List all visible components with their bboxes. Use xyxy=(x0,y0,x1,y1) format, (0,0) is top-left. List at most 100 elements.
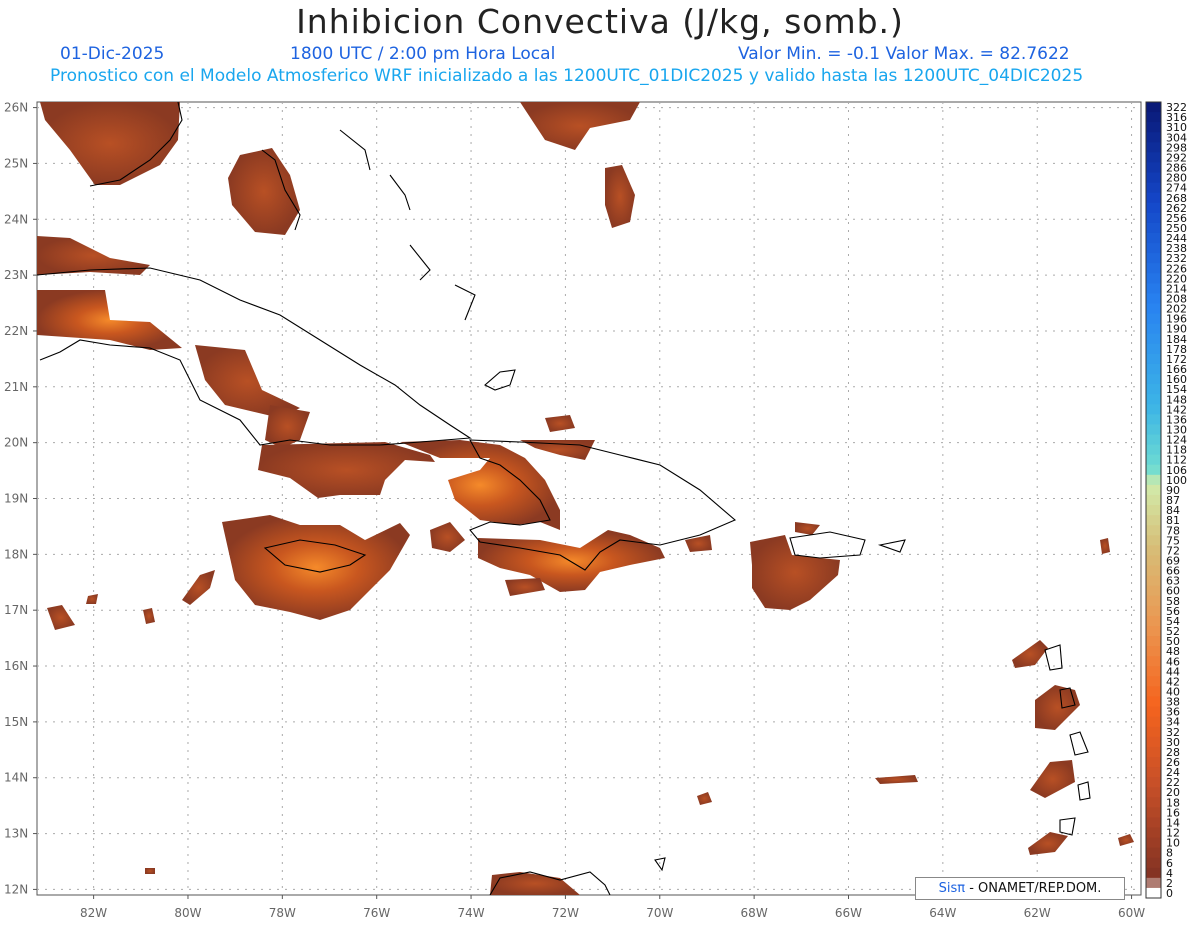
colorbar-swatch xyxy=(1146,877,1161,889)
colorbar-swatch xyxy=(1146,253,1161,264)
lat-label: 23N xyxy=(4,268,28,282)
colorbar-swatch xyxy=(1146,384,1161,395)
lat-label: 19N xyxy=(4,492,28,506)
colorbar-swatch xyxy=(1146,343,1161,355)
colorbar-swatch xyxy=(1146,656,1161,667)
colorbar-swatch xyxy=(1146,585,1161,597)
colorbar-swatch xyxy=(1146,212,1161,224)
colorbar-swatch xyxy=(1146,353,1161,365)
credit-text: - ONAMET/REP.DOM. xyxy=(965,881,1102,896)
colorbar-swatch xyxy=(1146,797,1161,808)
colorbar-swatch xyxy=(1146,293,1161,305)
colorbar-swatch xyxy=(1146,605,1161,617)
colorbar: 3223163103042982922862802742682622562502… xyxy=(1145,101,1187,900)
colorbar-swatch xyxy=(1146,152,1161,163)
lon-label: 68W xyxy=(741,906,768,920)
colorbar-swatch xyxy=(1146,394,1161,405)
colorbar-swatch xyxy=(1146,464,1161,476)
colorbar-swatch xyxy=(1146,112,1161,123)
colorbar-swatch xyxy=(1146,142,1161,153)
colorbar-swatch xyxy=(1146,283,1161,294)
lat-label: 13N xyxy=(4,827,28,841)
cin-map: 26N 25N 24N 23N 22N 21N 20N 19N 18N 17N 16N 15N 14N 1… xyxy=(4,101,1187,920)
lat-label: 12N xyxy=(4,882,28,896)
colorbar-swatch xyxy=(1146,686,1161,697)
lat-label: 16N xyxy=(4,659,28,673)
lat-label: 26N xyxy=(4,101,28,115)
colorbar-swatch xyxy=(1146,736,1161,748)
colorbar-swatch xyxy=(1146,132,1161,143)
colorbar-swatch xyxy=(1146,807,1161,818)
colorbar-swatch xyxy=(1146,303,1161,315)
colorbar-swatch xyxy=(1146,162,1161,174)
lat-label: 18N xyxy=(4,547,28,561)
colorbar-swatch xyxy=(1146,837,1161,849)
colorbar-swatch xyxy=(1146,484,1161,496)
colorbar-swatch xyxy=(1146,434,1161,446)
colorbar-swatch xyxy=(1146,777,1161,788)
lat-label: 22N xyxy=(4,324,28,338)
colorbar-swatch xyxy=(1146,887,1161,899)
lon-label: 66W xyxy=(835,906,862,920)
colorbar-swatch xyxy=(1146,474,1161,486)
colorbar-swatch xyxy=(1146,847,1161,859)
colorbar-swatch xyxy=(1146,676,1161,687)
lon-label: 64W xyxy=(929,906,956,920)
colorbar-swatch xyxy=(1146,817,1161,828)
lon-label: 76W xyxy=(363,906,390,920)
colorbar-swatch xyxy=(1146,575,1161,587)
colorbar-swatch xyxy=(1146,787,1161,798)
colorbar-swatch xyxy=(1146,232,1161,244)
lon-label: 80W xyxy=(174,906,201,920)
lon-label: 78W xyxy=(269,906,296,920)
cin-region xyxy=(145,868,155,874)
lon-label: 60W xyxy=(1118,906,1145,920)
colorbar-swatch xyxy=(1146,333,1161,345)
colorbar-swatch xyxy=(1146,273,1161,284)
colorbar-swatch xyxy=(1146,545,1161,556)
colorbar-swatch xyxy=(1146,666,1161,677)
lon-label: 62W xyxy=(1024,906,1051,920)
colorbar-swatch xyxy=(1146,494,1161,506)
colorbar-swatch xyxy=(1146,746,1161,758)
lat-label: 14N xyxy=(4,771,28,785)
colorbar-swatch xyxy=(1146,404,1161,415)
colorbar-swatch xyxy=(1146,424,1161,436)
colorbar-swatch xyxy=(1146,243,1161,254)
colorbar-swatch xyxy=(1146,595,1161,607)
lat-label: 25N xyxy=(4,156,28,170)
colorbar-swatch xyxy=(1146,505,1161,516)
colorbar-swatch xyxy=(1146,615,1161,627)
colorbar-swatch xyxy=(1146,535,1161,546)
colorbar-swatch xyxy=(1146,857,1161,869)
colorbar-swatch xyxy=(1146,515,1161,526)
colorbar-swatch xyxy=(1146,756,1161,768)
colorbar-swatch xyxy=(1146,172,1161,184)
colorbar-swatch xyxy=(1146,414,1161,425)
colorbar-swatch xyxy=(1146,122,1161,133)
colorbar-swatch xyxy=(1146,525,1161,536)
colorbar-swatch xyxy=(1146,454,1161,466)
colorbar-swatch xyxy=(1146,263,1161,274)
lat-label: 17N xyxy=(4,603,28,617)
colorbar-swatch xyxy=(1146,182,1161,194)
colorbar-swatch xyxy=(1146,706,1161,718)
lat-label: 15N xyxy=(4,715,28,729)
colorbar-swatch xyxy=(1146,696,1161,708)
lat-label: 20N xyxy=(4,436,28,450)
lon-label: 70W xyxy=(646,906,673,920)
lon-label: 82W xyxy=(80,906,107,920)
lon-label: 72W xyxy=(552,906,579,920)
colorbar-label: 0 xyxy=(1166,887,1173,900)
colorbar-swatch xyxy=(1146,636,1161,647)
credit-brand: Sisπ xyxy=(938,881,966,896)
colorbar-swatch xyxy=(1146,555,1161,566)
colorbar-swatch xyxy=(1146,102,1161,113)
colorbar-swatch xyxy=(1146,374,1161,385)
colorbar-swatch xyxy=(1146,726,1161,738)
colorbar-swatch xyxy=(1146,625,1161,637)
colorbar-swatch xyxy=(1146,565,1161,577)
colorbar-swatch xyxy=(1146,716,1161,728)
lat-label: 21N xyxy=(4,380,28,394)
colorbar-swatch xyxy=(1146,646,1161,657)
